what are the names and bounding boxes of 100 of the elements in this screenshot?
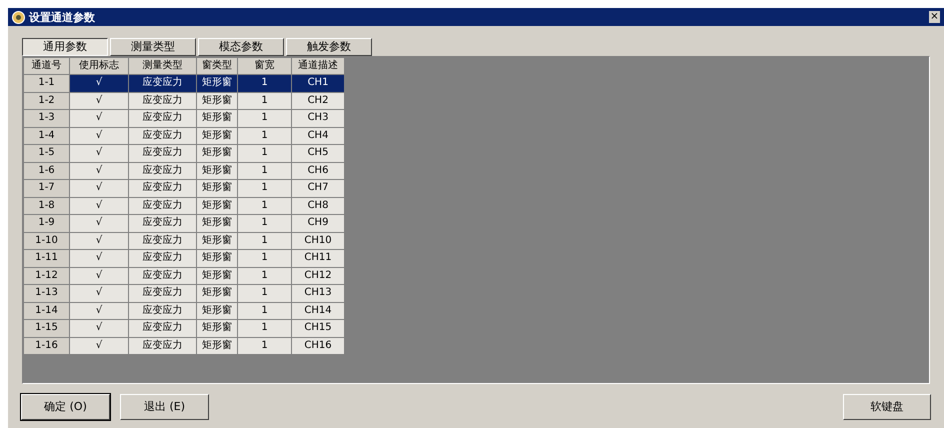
table-cell: 1: [238, 74, 292, 92]
table-cell: 矩形窗: [196, 180, 238, 197]
table-cell: CH12: [292, 267, 344, 284]
table-cell: CH1: [292, 74, 344, 92]
column-header: 窗宽: [238, 58, 292, 74]
table-cell: 矩形窗: [196, 284, 238, 302]
table-cell: 应变应力: [128, 320, 196, 337]
table-cell: 矩形窗: [196, 144, 238, 162]
column-header: 通道号: [24, 58, 70, 74]
table-cell: 应变应力: [128, 92, 196, 110]
table-cell: 矩形窗: [196, 127, 238, 144]
table-cell: 矩形窗: [196, 250, 238, 267]
table-cell: √: [70, 180, 128, 197]
tab[interactable]: 测量类型: [110, 38, 196, 56]
table-cell: √: [70, 162, 128, 180]
table-cell: √: [70, 110, 128, 127]
table-cell: CH11: [292, 250, 344, 267]
tab[interactable]: 模态参数: [198, 38, 284, 56]
exit-button[interactable]: 退出 (E): [120, 394, 209, 420]
row-header: 1-9: [24, 214, 70, 232]
table-cell: 应变应力: [128, 197, 196, 214]
table-cell: 矩形窗: [196, 267, 238, 284]
table-cell: CH10: [292, 232, 344, 250]
table-cell: 应变应力: [128, 144, 196, 162]
table-cell: √: [70, 337, 128, 354]
row-header: 1-16: [24, 337, 70, 354]
table-cell: 应变应力: [128, 110, 196, 127]
row-header: 1-7: [24, 180, 70, 197]
row-header: 1-2: [24, 92, 70, 110]
table-cell: √: [70, 232, 128, 250]
table-cell: CH9: [292, 214, 344, 232]
table-cell: √: [70, 320, 128, 337]
table-cell: √: [70, 144, 128, 162]
table-cell: 矩形窗: [196, 302, 238, 320]
table-cell: 应变应力: [128, 180, 196, 197]
table-cell: 1: [238, 250, 292, 267]
table-cell: 1: [238, 267, 292, 284]
table-cell: 应变应力: [128, 214, 196, 232]
table-cell: 1: [238, 180, 292, 197]
table-cell: CH8: [292, 197, 344, 214]
row-header: 1-5: [24, 144, 70, 162]
table-cell: CH15: [292, 320, 344, 337]
table-cell: 1: [238, 162, 292, 180]
tab[interactable]: 通用参数: [22, 38, 108, 56]
window-title: 设置通道参数: [29, 12, 95, 22]
table-cell: 1: [238, 197, 292, 214]
table-cell: √: [70, 214, 128, 232]
table-cell: 矩形窗: [196, 197, 238, 214]
table-cell: 矩形窗: [196, 232, 238, 250]
table-cell: √: [70, 250, 128, 267]
table-cell: 应变应力: [128, 162, 196, 180]
column-header: 通道描述: [292, 58, 344, 74]
table-cell: 1: [238, 127, 292, 144]
table-cell: 1: [238, 144, 292, 162]
table-cell: √: [70, 74, 128, 92]
column-header: 使用标志: [70, 58, 128, 74]
table-cell: 应变应力: [128, 302, 196, 320]
table-cell: 矩形窗: [196, 92, 238, 110]
table-cell: 应变应力: [128, 232, 196, 250]
table-cell: CH16: [292, 337, 344, 354]
keyboard-button[interactable]: 软键盘: [843, 394, 931, 420]
row-header: 1-8: [24, 197, 70, 214]
table-cell: √: [70, 284, 128, 302]
table-cell: CH6: [292, 162, 344, 180]
table-cell: 矩形窗: [196, 337, 238, 354]
row-header: 1-10: [24, 232, 70, 250]
table-cell: 矩形窗: [196, 320, 238, 337]
row-header: 1-4: [24, 127, 70, 144]
table-cell: CH3: [292, 110, 344, 127]
ok-button[interactable]: 确定 (O): [21, 394, 110, 420]
app-icon: [12, 10, 25, 24]
row-header: 1-12: [24, 267, 70, 284]
table-cell: 应变应力: [128, 284, 196, 302]
table-cell: 矩形窗: [196, 162, 238, 180]
table-cell: CH14: [292, 302, 344, 320]
table-cell: CH2: [292, 92, 344, 110]
table-cell: 1: [238, 110, 292, 127]
row-header: 1-13: [24, 284, 70, 302]
table-cell: 应变应力: [128, 127, 196, 144]
row-header: 1-3: [24, 110, 70, 127]
column-header: 测量类型: [128, 58, 196, 74]
row-header: 1-1: [24, 74, 70, 92]
table-cell: 应变应力: [128, 250, 196, 267]
table-cell: √: [70, 267, 128, 284]
table-cell: CH5: [292, 144, 344, 162]
table-cell: 矩形窗: [196, 214, 238, 232]
tab[interactable]: 触发参数: [286, 38, 372, 56]
table-cell: √: [70, 127, 128, 144]
row-header: 1-15: [24, 320, 70, 337]
table-cell: √: [70, 302, 128, 320]
table-cell: 1: [238, 92, 292, 110]
table-cell: 应变应力: [128, 337, 196, 354]
close-button[interactable]: ×: [929, 11, 940, 23]
table-cell: 1: [238, 302, 292, 320]
table-cell: 1: [238, 320, 292, 337]
table-cell: √: [70, 92, 128, 110]
row-header: 1-6: [24, 162, 70, 180]
row-header: 1-14: [24, 302, 70, 320]
table-cell: √: [70, 197, 128, 214]
table-cell: 矩形窗: [196, 110, 238, 127]
